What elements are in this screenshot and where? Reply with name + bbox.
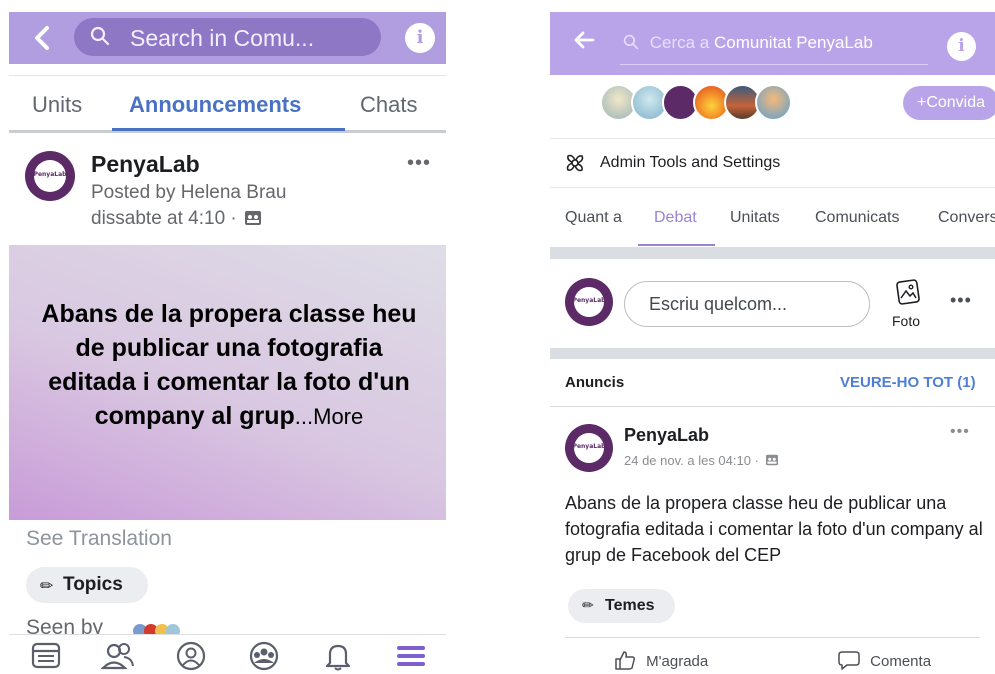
divider <box>565 637 980 638</box>
more-options-icon[interactable]: ••• <box>950 290 972 311</box>
announcements-title: Anuncis <box>565 374 625 391</box>
active-tab-indicator <box>112 128 345 131</box>
news-feed-icon[interactable] <box>29 641 63 671</box>
active-tab-indicator <box>638 244 715 246</box>
chevron-left-icon[interactable] <box>31 23 53 53</box>
audience-icon <box>245 211 262 225</box>
post-author[interactable]: PenyaLab <box>624 425 709 446</box>
search-input[interactable]: Cerca a Comunitat PenyaLab <box>623 33 873 53</box>
more-options-icon[interactable]: ••• <box>407 152 431 175</box>
post-author[interactable]: PenyaLab <box>91 151 200 178</box>
search-underline <box>620 64 928 65</box>
search-icon <box>90 26 110 46</box>
admin-tools-label: Admin Tools and Settings <box>600 154 781 171</box>
pencil-icon: ✏ <box>40 578 54 595</box>
see-translation-link[interactable]: See Translation <box>26 527 172 551</box>
profile-icon[interactable] <box>174 641 208 671</box>
tab-debat[interactable]: Debat <box>654 209 697 227</box>
tab-quant-a[interactable]: Quant a <box>565 209 622 227</box>
topics-button[interactable]: ✏ Topics <box>26 567 148 603</box>
divider <box>550 406 995 407</box>
avatar[interactable]: PenyaLab <box>565 424 613 472</box>
invite-button[interactable]: +Convida <box>903 86 995 120</box>
arrow-left-icon[interactable] <box>572 28 596 57</box>
thumbs-up-icon <box>615 651 636 670</box>
posted-by: Posted by Helena Brau <box>91 182 287 203</box>
menu-icon[interactable] <box>394 641 428 671</box>
divider <box>550 348 995 359</box>
avatar[interactable]: PenyaLab <box>25 151 75 201</box>
photo-icon[interactable] <box>895 278 921 306</box>
tab-unitats[interactable]: Unitats <box>730 209 780 227</box>
topics-button[interactable]: ✏ Temes <box>568 589 675 623</box>
photo-label[interactable]: Foto <box>892 313 920 329</box>
more-link[interactable]: ...More <box>295 404 363 429</box>
friends-icon[interactable] <box>101 641 135 671</box>
admin-tools-icon <box>566 154 584 172</box>
see-all-link[interactable]: VEURE-HO TOT (1) <box>840 374 976 391</box>
tab-chats[interactable]: Chats <box>360 92 417 118</box>
search-input[interactable]: Search in Comu... <box>74 18 381 56</box>
tab-announcements[interactable]: Announcements <box>129 92 301 118</box>
more-options-icon[interactable]: ••• <box>950 423 970 441</box>
info-icon[interactable]: i <box>947 32 976 61</box>
tab-units[interactable]: Units <box>32 92 82 118</box>
avatar[interactable]: PenyaLab <box>565 278 613 326</box>
tab-comunicats[interactable]: Comunicats <box>815 209 899 227</box>
left-screen: Search in Comu... i Units Announcements … <box>9 0 446 674</box>
groups-icon[interactable] <box>247 641 281 671</box>
post-time: 24 de nov. a les 04:10 · <box>624 453 779 468</box>
post-banner[interactable]: Abans de la propera classe heu de public… <box>9 245 446 520</box>
audience-icon <box>765 454 778 466</box>
comment-button[interactable]: Comenta <box>838 650 931 670</box>
search-bar-header: Search in Comu... i <box>9 12 446 64</box>
tab-converses[interactable]: Convers <box>938 209 995 227</box>
bottom-nav <box>9 634 446 674</box>
search-placeholder: Search in Comu... <box>130 25 315 51</box>
post-banner-text: Abans de la propera classe heu de public… <box>41 300 417 430</box>
post-body: Abans de la propera classe heu de public… <box>565 493 983 565</box>
member-avatar[interactable] <box>755 84 792 121</box>
info-icon[interactable]: i <box>405 23 435 53</box>
pencil-icon: ✏ <box>582 597 594 613</box>
tab-bar: Units Announcements Chats <box>9 75 446 133</box>
composer-input[interactable]: Escriu quelcom... <box>624 281 870 327</box>
divider <box>550 247 995 259</box>
notifications-icon[interactable] <box>321 641 355 671</box>
tab-bar: Quant a Debat Unitats Comunicats Convers <box>550 188 995 246</box>
like-button[interactable]: M'agrada <box>614 650 708 670</box>
comment-icon <box>838 651 860 670</box>
search-bar-header: Cerca a Comunitat PenyaLab i <box>550 12 995 75</box>
admin-tools-row[interactable]: Admin Tools and Settings <box>550 138 995 188</box>
right-screen: Cerca a Comunitat PenyaLab i +Convida Ad… <box>550 0 995 674</box>
search-icon <box>623 34 639 50</box>
post-time: dissabte at 4:10 · <box>91 208 262 230</box>
